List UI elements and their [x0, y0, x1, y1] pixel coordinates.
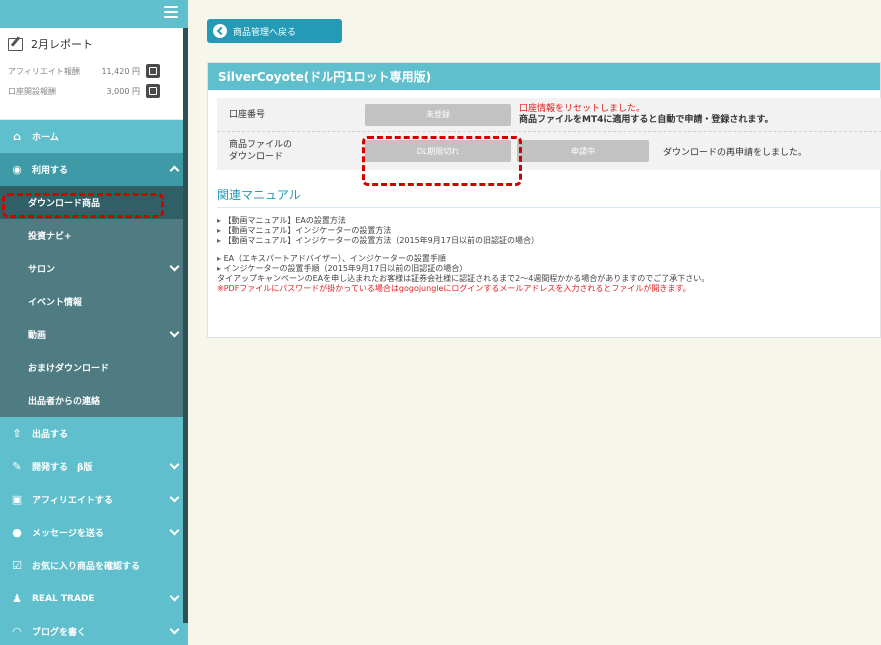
sidebar-item-events[interactable]: イベント情報 [0, 285, 188, 318]
wrench-icon: ✎ [12, 460, 22, 473]
sidebar-item-label: イベント情報 [28, 298, 83, 308]
download-label-line2: ダウンロード [229, 152, 284, 162]
sidebar-item-bonus-download[interactable]: おまけダウンロード [0, 351, 188, 384]
product-panel: SilverCoyote(ドル円1ロット専用版) 口座番号 未登録 口座情報をリ… [207, 62, 881, 338]
dl-expired-button[interactable]: DL期限切れ [365, 140, 511, 162]
chevron-left-icon [213, 24, 227, 38]
chevron-down-icon [169, 492, 180, 503]
sidebar-topbar [0, 0, 188, 28]
sidebar-nav: ⌂ ホーム ◉ 利用する ダウンロード商品 投資ナビ+ サロン イベント情報 動… [0, 120, 188, 645]
sidebar-item-label: ブログを書く [32, 628, 87, 638]
report-row-label: 口座開設報酬 [8, 86, 56, 96]
sidebar-item-label: アフィリエイトする [32, 496, 113, 506]
report-row-label: アフィリエイト報酬 [8, 66, 80, 76]
sidebar-item-label: 開発する β版 [32, 463, 93, 473]
sidebar-item-label: 利用する [32, 166, 69, 176]
sidebar-item-label: ホーム [32, 133, 59, 143]
sidebar-item-investment-navi[interactable]: 投資ナビ+ [0, 219, 188, 252]
sidebar-item-use[interactable]: ◉ 利用する [0, 153, 188, 186]
download-label: 商品ファイルの ダウンロード [217, 139, 365, 163]
report-row-value: 11,420 円 [101, 66, 140, 76]
external-link-icon[interactable] [146, 84, 160, 98]
applying-button[interactable]: 申請中 [517, 140, 649, 162]
chevron-down-icon [169, 624, 180, 635]
sidebar-item-label: REAL TRADE [32, 593, 95, 604]
sidebar-item-download-products[interactable]: ダウンロード商品 [0, 186, 188, 219]
sidebar-item-send-message[interactable]: ● メッセージを送る [0, 516, 188, 549]
group-icon: ♟ [12, 592, 22, 605]
sidebar-item-real-trade[interactable]: ♟ REAL TRADE [0, 582, 188, 615]
sidebar-item-favorites[interactable]: ☑ お気に入り商品を確認する [0, 549, 188, 582]
chevron-down-icon [169, 591, 180, 602]
external-link-icon[interactable] [146, 64, 160, 78]
download-label-line1: 商品ファイルの [229, 140, 293, 150]
account-apply-message: 商品ファイルをMT4に適用すると自動で申請・登録されます。 [519, 114, 774, 125]
chevron-down-icon [169, 261, 180, 272]
manual-link[interactable]: 【動画マニュアル】EAの設置方法 [217, 216, 880, 226]
sidebar-item-affiliate[interactable]: ▣ アフィリエイトする [0, 483, 188, 516]
sidebar-item-label: 動画 [28, 331, 47, 341]
sidebar: 2月レポート アフィリエイト報酬 11,420 円 口座開設報酬 3,000 円… [0, 0, 188, 645]
account-number-label: 口座番号 [229, 109, 266, 120]
sidebar-item-blog[interactable]: ◠ ブログを書く [0, 615, 188, 645]
sidebar-item-label: おまけダウンロード [28, 364, 110, 374]
main-content: 商品管理へ戻る SilverCoyote(ドル円1ロット専用版) 口座番号 未登… [188, 0, 881, 645]
back-to-product-management-button[interactable]: 商品管理へ戻る [207, 19, 342, 43]
chevron-up-icon [169, 165, 180, 176]
user-circle-icon: ◉ [12, 163, 22, 176]
report-title-label: 2月レポート [31, 38, 93, 51]
edit-icon [8, 37, 23, 51]
manual-list: 【動画マニュアル】EAの設置方法 【動画マニュアル】インジケーターの設置方法 【… [217, 216, 880, 294]
sidebar-item-videos[interactable]: 動画 [0, 318, 188, 351]
sidebar-item-label: 投資ナビ+ [28, 232, 72, 242]
download-reapply-message: ダウンロードの再申請をしました。 [663, 147, 808, 158]
money-icon: ▣ [11, 493, 23, 506]
chat-icon: ● [12, 526, 22, 539]
chevron-down-icon [169, 327, 180, 338]
manual-link[interactable]: 【動画マニュアル】インジケーターの設置方法（2015年9月17日以前の旧認証の場… [217, 236, 880, 246]
sidebar-item-label: ダウンロード商品 [28, 199, 101, 209]
report-row-affiliate: アフィリエイト報酬 11,420 円 [8, 62, 175, 80]
back-button-label: 商品管理へ戻る [233, 27, 297, 38]
account-number-row: 口座番号 未登録 口座情報をリセットしました。 商品ファイルをMT4に適用すると… [217, 98, 881, 132]
sidebar-item-label: 出品者からの連絡 [28, 397, 101, 407]
sidebar-item-sell[interactable]: ⇧ 出品する [0, 417, 188, 450]
chevron-down-icon [169, 525, 180, 536]
sidebar-item-home[interactable]: ⌂ ホーム [0, 120, 188, 153]
sidebar-item-salon[interactable]: サロン [0, 252, 188, 285]
home-icon: ⌂ [13, 130, 21, 143]
sidebar-item-label: メッセージを送る [32, 529, 104, 539]
pdf-password-warning: ※PDFファイルにパスワードが掛かっている場合はgogojungleにログインす… [217, 284, 691, 293]
chevron-down-icon [169, 459, 180, 470]
sidebar-item-label: お気に入り商品を確認する [32, 562, 141, 572]
manual-link[interactable]: インジケーターの設置手順（2015年9月17日以前の旧認証の場合） [217, 264, 880, 274]
monthly-report: 2月レポート アフィリエイト報酬 11,420 円 口座開設報酬 3,000 円 [0, 28, 183, 120]
manual-link[interactable]: EA（エキスパートアドバイザー）、インジケーターの設置手順 [217, 254, 880, 264]
manual-link[interactable]: 【動画マニュアル】インジケーターの設置方法 [217, 226, 880, 236]
download-row: 商品ファイルの ダウンロード DL期限切れ 申請中 ダウンロードの再申請をしまし… [217, 132, 881, 170]
sidebar-item-label: サロン [28, 265, 56, 275]
rss-icon: ◠ [12, 625, 22, 638]
unregistered-button[interactable]: 未登録 [365, 103, 511, 126]
report-row-account-open: 口座開設報酬 3,000 円 [8, 82, 175, 100]
account-message: 口座情報をリセットしました。 商品ファイルをMT4に適用すると自動で申請・登録さ… [519, 104, 773, 126]
panel-title: SilverCoyote(ドル円1ロット専用版) [208, 63, 880, 90]
account-reset-message: 口座情報をリセットしました。 [519, 103, 646, 114]
sidebar-item-label: 出品する [32, 430, 69, 440]
hamburger-menu-icon[interactable] [164, 6, 178, 18]
checkbox-icon: ☑ [12, 559, 22, 572]
report-row-value: 3,000 円 [106, 86, 140, 96]
upload-icon: ⇧ [12, 427, 22, 440]
sidebar-item-develop[interactable]: ✎ 開発する β版 [0, 450, 188, 483]
tieup-note: タイアップキャンペーンのEAを申し込まれたお客様は証券会社様に認証されるまで2〜… [217, 274, 710, 283]
info-table: 口座番号 未登録 口座情報をリセットしました。 商品ファイルをMT4に適用すると… [217, 98, 881, 170]
related-manuals-title: 関連マニュアル [217, 186, 881, 208]
sidebar-item-seller-messages[interactable]: 出品者からの連絡 [0, 384, 188, 417]
report-title[interactable]: 2月レポート [8, 36, 175, 52]
